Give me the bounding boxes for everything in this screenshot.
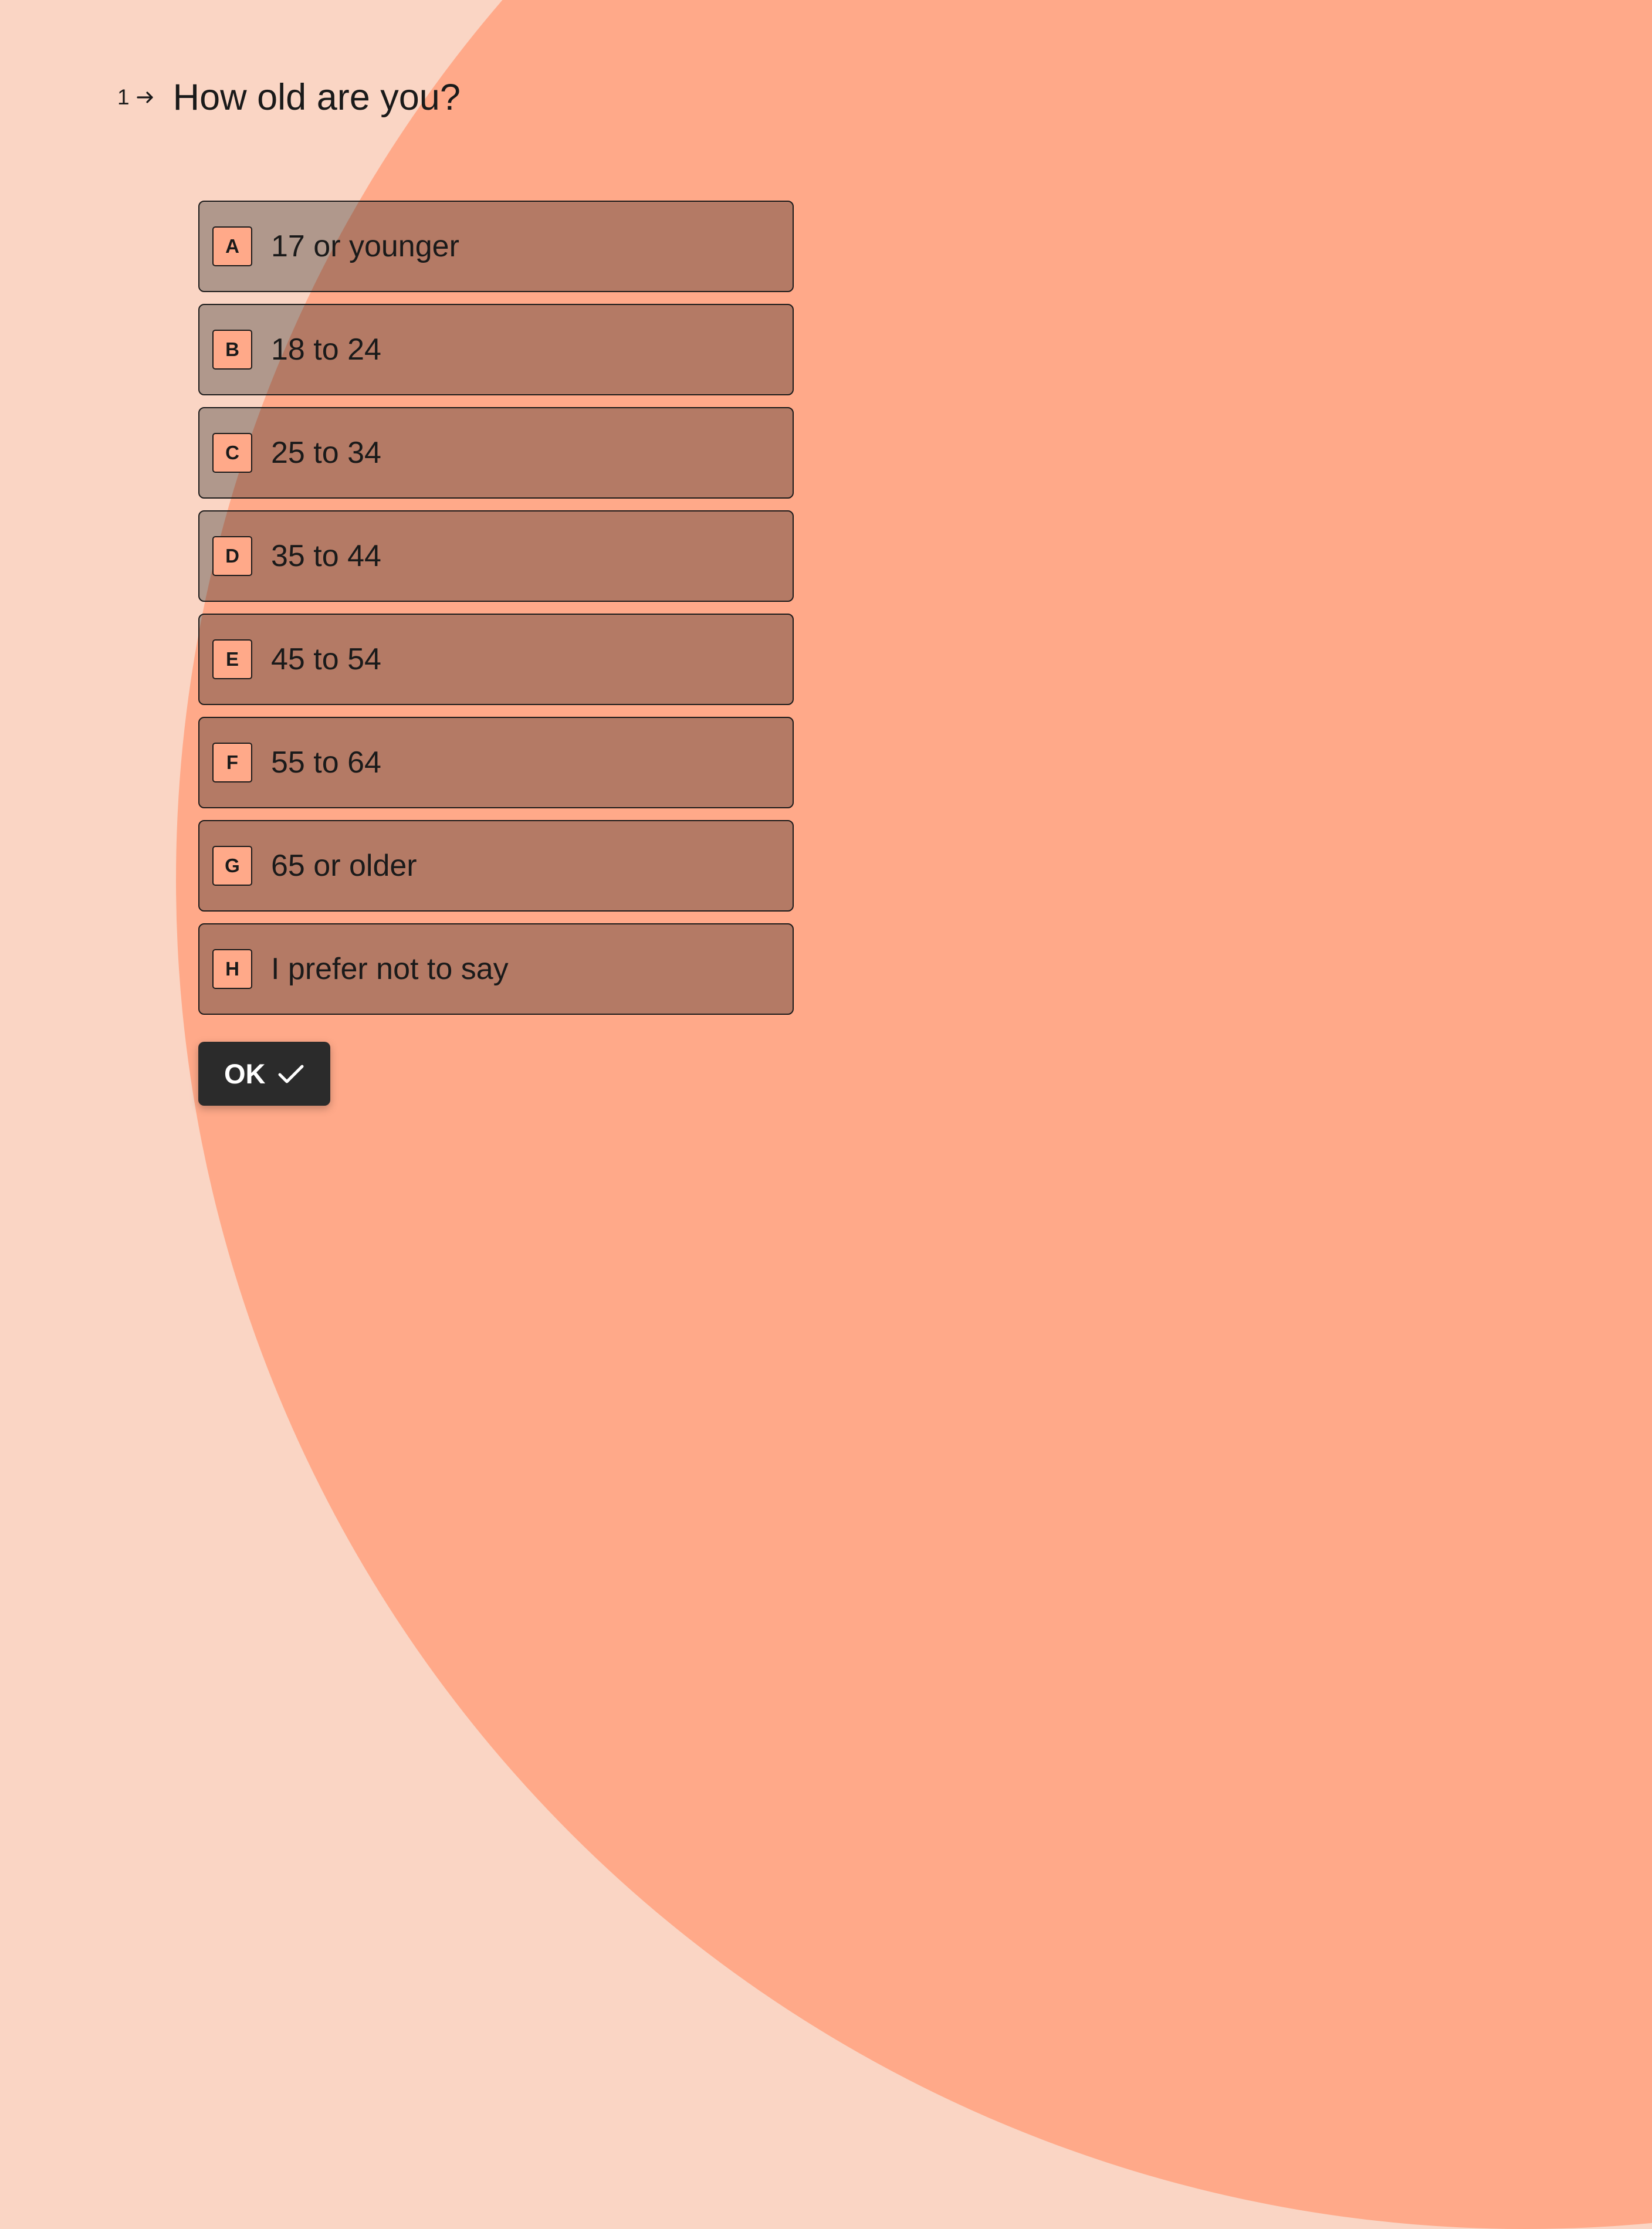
option-label: 25 to 34 [271, 435, 381, 470]
question-number-text: 1 [117, 85, 130, 110]
option-label: 18 to 24 [271, 332, 381, 367]
option-key-badge: H [212, 949, 252, 989]
option-label: 55 to 64 [271, 745, 381, 780]
option-label: 45 to 54 [271, 642, 381, 677]
option-g[interactable]: G 65 or older [198, 820, 794, 912]
option-key-badge: B [212, 330, 252, 370]
option-label: 17 or younger [271, 229, 459, 264]
question-number: 1 [117, 85, 155, 110]
ok-button[interactable]: OK [198, 1042, 330, 1106]
option-a[interactable]: A 17 or younger [198, 201, 794, 292]
question-header: 1 How old are you? [117, 76, 1652, 118]
question-text: How old are you? [173, 76, 461, 118]
option-label: 35 to 44 [271, 538, 381, 574]
form-content: 1 How old are you? A 17 or younger B 18 … [0, 0, 1652, 1106]
option-f[interactable]: F 55 to 64 [198, 717, 794, 808]
arrow-right-icon [137, 90, 155, 104]
option-key-badge: C [212, 433, 252, 473]
option-c[interactable]: C 25 to 34 [198, 407, 794, 499]
option-b[interactable]: B 18 to 24 [198, 304, 794, 395]
options-list: A 17 or younger B 18 to 24 C 25 to 34 D … [198, 201, 1652, 1015]
check-icon [277, 1063, 304, 1085]
option-key-badge: G [212, 846, 252, 886]
option-label: 65 or older [271, 848, 417, 883]
option-key-badge: A [212, 226, 252, 266]
option-key-badge: D [212, 536, 252, 576]
option-key-badge: E [212, 639, 252, 679]
ok-button-label: OK [224, 1058, 266, 1090]
option-h[interactable]: H I prefer not to say [198, 923, 794, 1015]
option-label: I prefer not to say [271, 951, 509, 987]
option-d[interactable]: D 35 to 44 [198, 510, 794, 602]
option-key-badge: F [212, 743, 252, 782]
option-e[interactable]: E 45 to 54 [198, 614, 794, 705]
